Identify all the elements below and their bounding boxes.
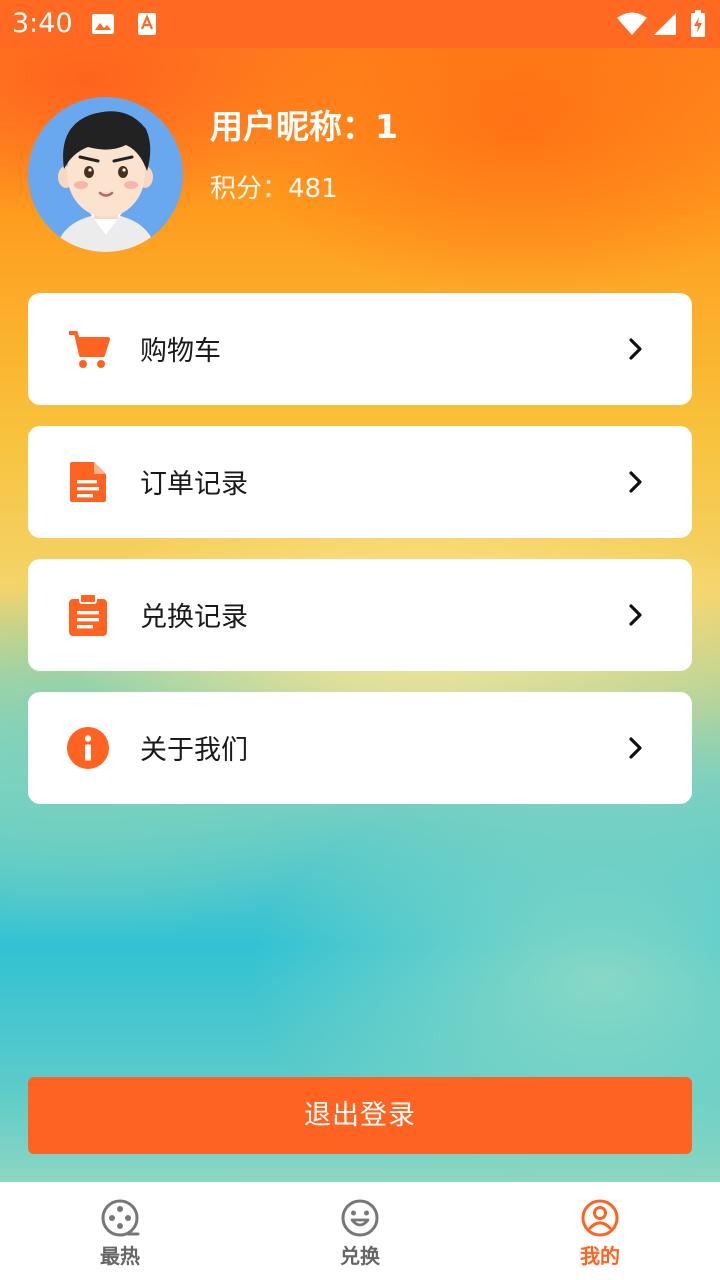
status-time: 3:40 <box>12 8 73 39</box>
bottom-tab-bar: 最热 兑换 我的 <box>0 1182 720 1280</box>
signal-icon <box>654 13 676 35</box>
tab-label: 最热 <box>100 1244 140 1268</box>
document-icon <box>70 462 106 502</box>
user-nickname: 用户昵称：1 <box>210 107 398 146</box>
logout-button[interactable]: 退出登录 <box>28 1077 692 1154</box>
chevron-right-icon <box>629 737 642 759</box>
chevron-right-icon <box>629 604 642 626</box>
image-icon <box>92 14 114 34</box>
menu-item-orders[interactable]: 订单记录 <box>28 426 692 538</box>
menu-item-label: 订单记录 <box>140 469 248 500</box>
status-bar: 3:40 <box>0 0 720 48</box>
wifi-icon <box>617 12 647 35</box>
menu-item-label: 关于我们 <box>140 735 248 766</box>
clipboard-icon <box>69 593 107 636</box>
battery-icon <box>691 10 705 37</box>
smiley-icon <box>341 1199 379 1237</box>
avatar-illustration <box>56 111 156 252</box>
menu-item-about-us[interactable]: 关于我们 <box>28 692 692 804</box>
user-points: 积分：481 <box>210 174 338 204</box>
avatar <box>28 97 183 252</box>
film-reel-icon <box>101 1199 140 1237</box>
user-circle-icon <box>581 1199 619 1237</box>
tab-label: 兑换 <box>340 1244 380 1268</box>
tab-label: 我的 <box>580 1244 620 1268</box>
info-icon <box>67 727 109 769</box>
tab-exchange[interactable]: 兑换 <box>240 1182 480 1280</box>
menu-item-label: 购物车 <box>140 336 221 367</box>
tab-mine[interactable]: 我的 <box>480 1182 720 1280</box>
tab-hot[interactable]: 最热 <box>0 1182 240 1280</box>
cart-icon <box>69 331 110 368</box>
chevron-right-icon <box>629 471 642 493</box>
menu-item-cart[interactable]: 购物车 <box>28 293 692 405</box>
menu-item-exchange-records[interactable]: 兑换记录 <box>28 559 692 671</box>
font-app-icon <box>138 13 156 35</box>
chevron-right-icon <box>629 338 642 360</box>
menu-item-label: 兑换记录 <box>140 602 248 633</box>
